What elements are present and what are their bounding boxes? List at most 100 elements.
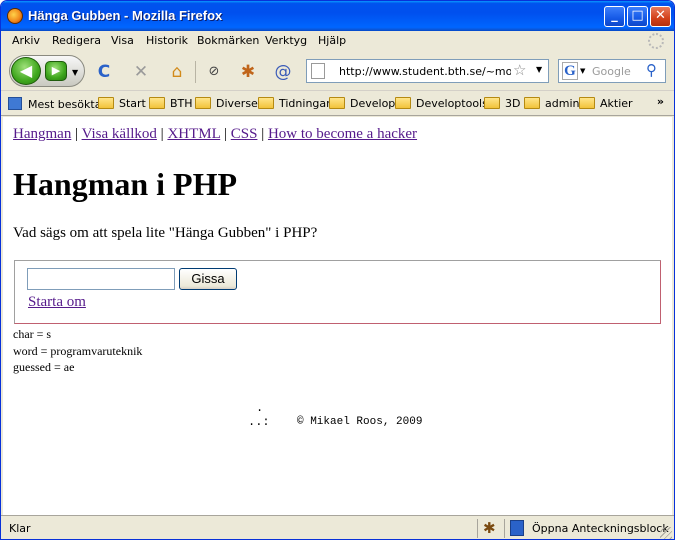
footer-art-line1: .	[256, 401, 264, 415]
firebug-status-icon[interactable]: ✱	[483, 519, 496, 537]
navigation-toolbar: ◀ ▶ ▼ C ✕ ⌂ ⊘ ✱ @ http://www.student.bth…	[1, 51, 674, 91]
guess-form: Gissa Starta om	[14, 260, 661, 324]
url-bar[interactable]: http://www.student.bth.se/~mos/d ☆ ▼	[306, 59, 549, 83]
menu-redigera[interactable]: Redigera	[52, 34, 101, 47]
maximize-button[interactable]: □	[627, 6, 648, 27]
menu-verktyg[interactable]: Verktyg	[265, 34, 307, 47]
back-forward-group: ◀ ▶ ▼	[9, 55, 85, 87]
debug-guessed: guessed = ae	[13, 360, 75, 374]
nav-link-source[interactable]: Visa källkod	[82, 126, 157, 142]
search-icon[interactable]: ⚲	[646, 61, 657, 79]
firebug-icon[interactable]: ✱	[237, 61, 259, 83]
nav-link-xhtml[interactable]: XHTML	[167, 126, 220, 142]
google-icon[interactable]: G	[562, 62, 578, 80]
bookmark-label: Diverse	[216, 97, 258, 110]
bookmark-start[interactable]: Start	[98, 97, 146, 110]
home-button[interactable]: ⌂	[166, 61, 188, 83]
folder-icon	[258, 97, 274, 109]
nav-link-hangman[interactable]: Hangman	[13, 126, 71, 142]
site-nav: Hangman | Visa källkod | XHTML | CSS | H…	[13, 126, 417, 143]
bookmark-3d[interactable]: 3D	[484, 97, 520, 110]
menu-visa[interactable]: Visa	[111, 34, 134, 47]
bookmark-label: Aktier	[600, 97, 633, 110]
toolbar-separator	[195, 61, 196, 83]
bookmark-bth[interactable]: BTH	[149, 97, 193, 110]
bookmarks-toolbar: Mest besökta Start BTH Diverse Tidningar…	[1, 92, 674, 116]
bookmark-label: Tidningar	[279, 97, 331, 110]
bookmark-develop[interactable]: Develop	[329, 97, 395, 110]
reload-button[interactable]: C	[93, 61, 115, 83]
history-dropdown-icon[interactable]: ▼	[72, 68, 78, 77]
folder-icon	[149, 97, 165, 109]
browser-window: Hänga Gubben - Mozilla Firefox _ □ ✕ Ark…	[0, 0, 675, 540]
bookmark-label: Develop	[350, 97, 396, 110]
notepad-icon[interactable]	[510, 520, 524, 536]
url-input[interactable]: http://www.student.bth.se/~mos/d	[339, 65, 511, 78]
search-input[interactable]: Google	[592, 65, 631, 78]
folder-icon	[329, 97, 345, 109]
menu-hjalp[interactable]: Hjälp	[318, 34, 346, 47]
nav-separator: |	[223, 126, 227, 142]
throbber-icon	[648, 33, 664, 49]
page-content: Hangman | Visa källkod | XHTML | CSS | H…	[3, 117, 672, 515]
bookmark-label: Start	[119, 97, 146, 110]
status-bar: Klar ✱ Öppna Anteckningsblock	[1, 515, 674, 539]
bookmark-mest-besokta[interactable]: Mest besökta	[8, 97, 101, 111]
url-dropdown-icon[interactable]: ▼	[536, 65, 542, 74]
bookmark-label: BTH	[170, 97, 193, 110]
status-text: Klar	[9, 522, 31, 535]
bookmark-diverse[interactable]: Diverse	[195, 97, 258, 110]
debug-char: char = s	[13, 327, 52, 341]
nav-link-hacker[interactable]: How to become a hacker	[268, 126, 417, 142]
bookmark-admin[interactable]: admin	[524, 97, 579, 110]
menu-bar: Arkiv Redigera Visa Historik Bokmärken V…	[1, 31, 674, 51]
guess-input[interactable]	[27, 268, 175, 290]
extension-icon[interactable]: ⊘	[203, 61, 225, 83]
title-bar[interactable]: Hänga Gubben - Mozilla Firefox _ □ ✕	[1, 1, 674, 31]
folder-icon	[195, 97, 211, 109]
search-bar[interactable]: G ▼ Google ⚲	[558, 59, 666, 83]
bookmark-tidningar[interactable]: Tidningar	[258, 97, 331, 110]
bookmark-developtools[interactable]: Developtools	[395, 97, 488, 110]
folder-icon	[484, 97, 500, 109]
folder-icon	[395, 97, 411, 109]
folder-icon	[524, 97, 540, 109]
stop-button[interactable]: ✕	[130, 61, 152, 83]
bookmark-label: Mest besökta	[28, 98, 102, 111]
minimize-button[interactable]: _	[604, 6, 625, 27]
resize-grip[interactable]	[660, 527, 672, 539]
nav-separator: |	[261, 126, 265, 142]
smart-bookmark-icon	[8, 97, 22, 110]
search-engine-dropdown-icon[interactable]: ▼	[580, 67, 585, 75]
forward-button[interactable]: ▶	[45, 61, 67, 81]
close-button[interactable]: ✕	[650, 6, 671, 27]
open-notepad-label[interactable]: Öppna Anteckningsblock	[532, 522, 669, 535]
folder-icon	[98, 97, 114, 109]
menu-arkiv[interactable]: Arkiv	[12, 34, 40, 47]
nav-separator: |	[75, 126, 79, 142]
status-separator	[477, 519, 478, 538]
page-title: Hangman i PHP	[13, 166, 238, 202]
status-separator	[504, 519, 505, 538]
firefox-logo-icon	[7, 8, 23, 24]
guess-button[interactable]: Gissa	[179, 268, 237, 290]
footer-art-line2: ..:	[248, 415, 270, 429]
nav-link-css[interactable]: CSS	[231, 126, 258, 142]
page-icon	[311, 63, 325, 79]
debug-word: word = programvaruteknik	[13, 344, 143, 358]
spiral-icon[interactable]: @	[272, 61, 294, 83]
bookmark-label: Developtools	[416, 97, 488, 110]
nav-separator: |	[160, 126, 164, 142]
more-bookmarks-button[interactable]: »	[657, 95, 664, 108]
bookmark-aktier[interactable]: Aktier	[579, 97, 633, 110]
copyright: © Mikael Roos, 2009	[297, 416, 423, 428]
restart-link[interactable]: Starta om	[28, 294, 86, 311]
intro-text: Vad sägs om att spela lite "Hänga Gubben…	[13, 225, 318, 241]
window-title: Hänga Gubben - Mozilla Firefox	[28, 8, 223, 23]
bookmark-star-icon[interactable]: ☆	[513, 61, 526, 79]
menu-historik[interactable]: Historik	[146, 34, 188, 47]
back-button[interactable]: ◀	[11, 57, 41, 85]
bookmark-label: admin	[545, 97, 580, 110]
folder-icon	[579, 97, 595, 109]
menu-bokmarken[interactable]: Bokmärken	[197, 34, 259, 47]
